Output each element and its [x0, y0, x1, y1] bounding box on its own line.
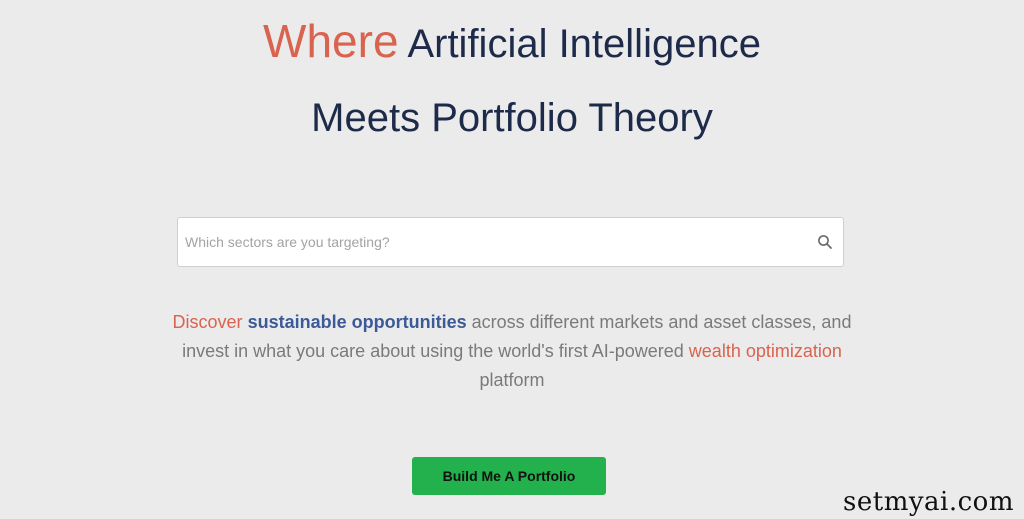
- search-input[interactable]: [178, 218, 798, 266]
- tagline-platform: platform: [479, 370, 545, 390]
- hero-accent-word: Where: [263, 15, 399, 67]
- watermark: setmyai.com: [843, 487, 1014, 517]
- search-bar: [177, 217, 844, 267]
- tagline: Discover sustainable opportunities acros…: [170, 308, 854, 395]
- landing-page: Where Artificial Intelligence Meets Port…: [0, 0, 1024, 519]
- tagline-discover: Discover: [172, 312, 243, 332]
- build-portfolio-button[interactable]: Build Me A Portfolio: [412, 457, 606, 495]
- hero-line1-text: Artificial Intelligence: [398, 22, 761, 66]
- tagline-sustainable-opportunities: sustainable opportunities: [247, 312, 467, 332]
- tagline-wealth-optimization: wealth optimization: [688, 341, 842, 361]
- hero-line2-text: Meets Portfolio Theory: [311, 96, 713, 140]
- search-icon[interactable]: [817, 234, 833, 250]
- hero-heading: Where Artificial Intelligence Meets Port…: [0, 4, 1024, 155]
